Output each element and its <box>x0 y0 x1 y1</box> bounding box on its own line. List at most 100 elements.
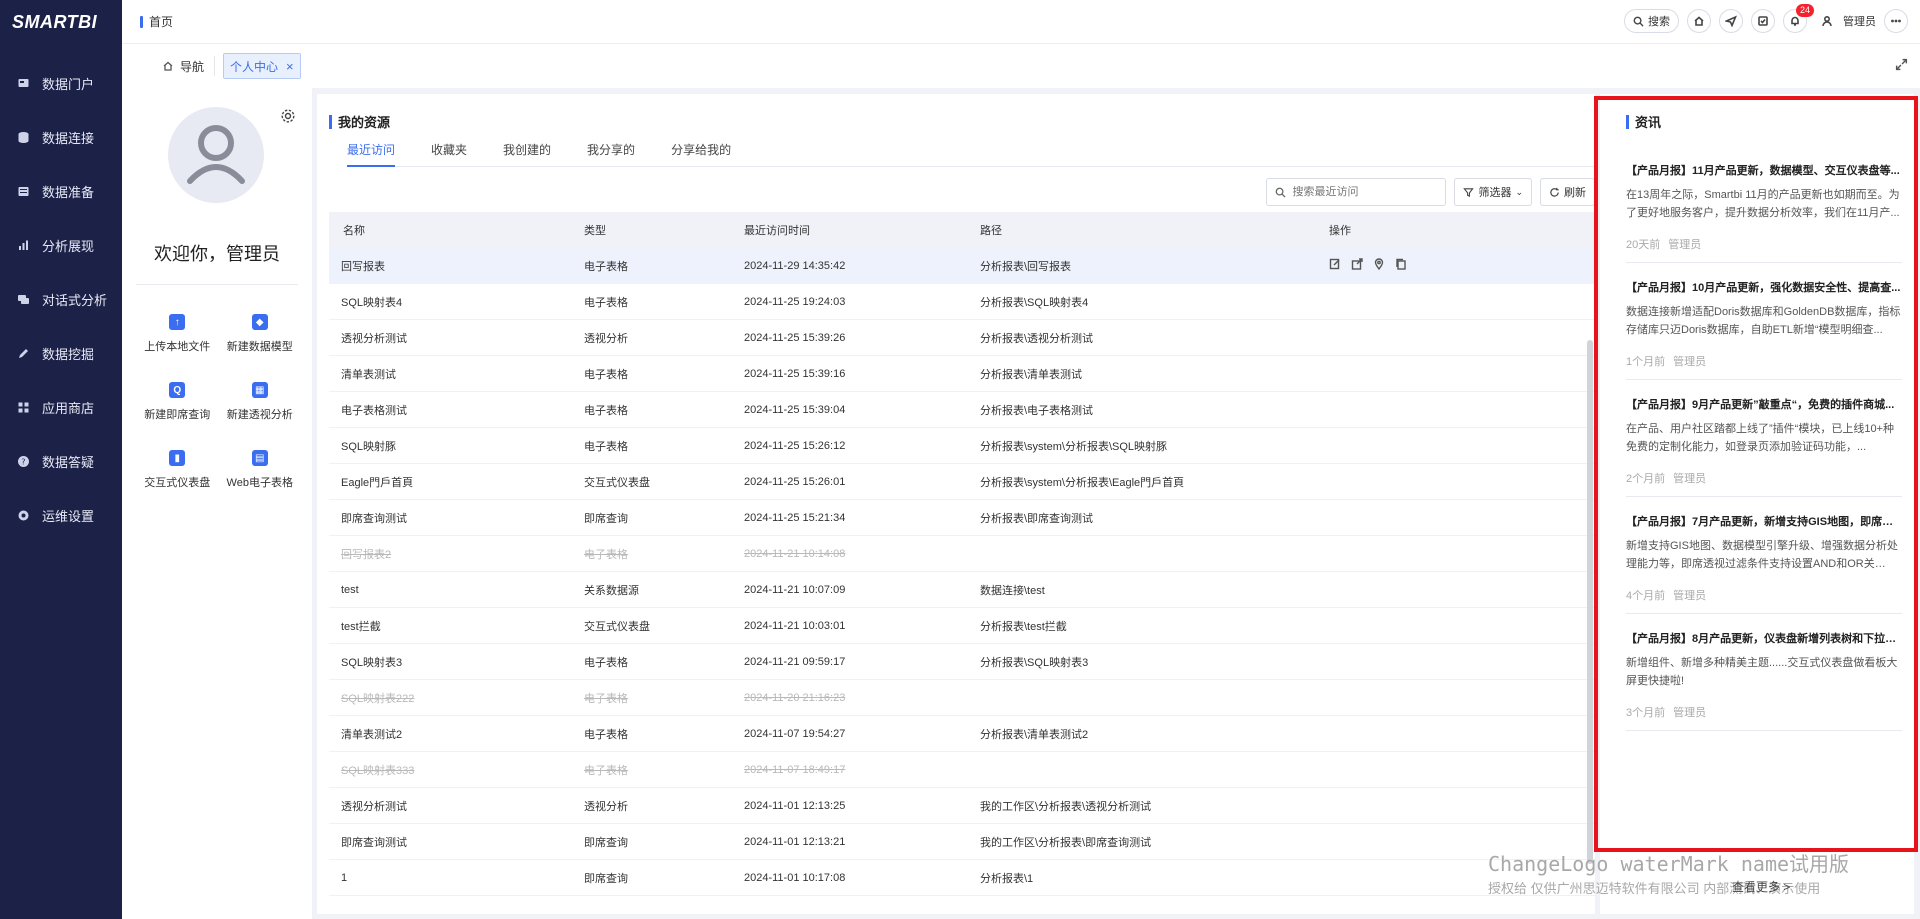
copy-icon[interactable] <box>1395 258 1407 273</box>
sidebar-item-2[interactable]: 数据连接 <box>0 110 122 164</box>
table-row[interactable]: 即席查询测试 即席查询 2024-11-25 15:21:34 分析报表\即席查询测试 <box>329 500 1595 536</box>
global-search-button[interactable]: 搜索 <box>1624 9 1679 33</box>
user-menu[interactable]: 管理员 <box>1815 9 1876 33</box>
table-row[interactable]: test拦截 交互式仪表盘 2024-11-21 10:03:01 分析报表\test… <box>329 608 1595 644</box>
resource-tab-3[interactable]: 我创建的 <box>503 142 551 167</box>
table-row[interactable]: SQL映射表4 电子表格 2024-11-25 19:24:03 分析报表\SQL映射… <box>329 284 1595 320</box>
resource-tab-1[interactable]: 最近访问 <box>347 142 396 167</box>
welcome-text: 欢迎你，管理员 <box>154 244 280 264</box>
sidebar-item-9[interactable]: 运维设置 <box>0 488 122 542</box>
news-item-title[interactable]: 【产品月报】11月产品更新，数据模型、交互仪表盘等... <box>1626 162 1902 178</box>
edit-icon[interactable] <box>1329 258 1341 273</box>
breadcrumb-marker <box>140 15 143 28</box>
cell-name: test <box>341 583 359 596</box>
table-row[interactable]: SQL映射表3 电子表格 2024-11-21 09:59:17 分析报表\SQL映射… <box>329 644 1595 680</box>
prepare-icon <box>16 184 30 198</box>
news-item-title[interactable]: 【产品月报】9月产品更新”敲重点“，免费的插件商城... <box>1626 396 1902 412</box>
quick-action-6[interactable]: ▤ Web电子表格 <box>219 450 302 490</box>
quick-action-4[interactable]: ▦ 新建透视分析 <box>219 382 302 422</box>
location-icon[interactable] <box>1373 258 1385 273</box>
table-row[interactable]: 回写报表2 电子表格 2024-11-21 10:14:08 <box>329 536 1595 572</box>
quick-action-label: 新建数据模型 <box>226 341 293 353</box>
news-item-title[interactable]: 【产品月报】8月产品更新，仪表盘新增列表树和下拉树... <box>1626 630 1902 646</box>
notification-button[interactable]: 24 <box>1783 4 1814 33</box>
table-row[interactable]: SQL映射表333 电子表格 2024-11-07 18:49:17 <box>329 752 1595 788</box>
share-icon[interactable] <box>1351 258 1363 273</box>
table-row[interactable]: 清单表测试 电子表格 2024-11-25 15:39:16 分析报表\清单表测试 <box>329 356 1595 392</box>
tab-personal-center-label: 个人中心 <box>230 59 279 74</box>
sidebar-item-label: 数据门户 <box>42 76 95 92</box>
more-button[interactable] <box>1884 9 1908 33</box>
task-button[interactable] <box>1751 9 1775 33</box>
news-item[interactable]: 【产品月报】9月产品更新”敲重点“，免费的插件商城... 在产品、用户社区踏都上线… <box>1626 380 1902 497</box>
news-item[interactable]: 【产品月报】7月产品更新，新增支持GIS地图，即席透... 新增支持GIS地图、数… <box>1626 497 1902 614</box>
cell-time: 2024-11-20 21:16:23 <box>744 691 846 704</box>
sidebar-item-label: 运维设置 <box>42 508 95 524</box>
news-item-meta: 1个月前 管理员 <box>1626 353 1902 369</box>
table-row[interactable]: 即席查询测试 即席查询 2024-11-01 12:13:21 我的工作区\分析报表\… <box>329 824 1595 860</box>
refresh-button[interactable]: 刷新 <box>1540 178 1595 206</box>
app-logo[interactable]: SMARTBI <box>0 0 122 44</box>
sidebar-item-4[interactable]: 分析展现 <box>0 218 122 272</box>
quick-action-5[interactable]: ▮ 交互式仪表盘 <box>136 450 219 490</box>
quick-action-2[interactable]: ◆ 新建数据模型 <box>219 314 302 354</box>
table-row[interactable]: 清单表测试2 电子表格 2024-11-07 19:54:27 分析报表\清单表测试2 <box>329 716 1595 752</box>
send-button[interactable] <box>1719 9 1743 33</box>
filter-button[interactable]: 筛选器 ⌄ <box>1454 178 1532 206</box>
table-row[interactable]: SQL映射表222 电子表格 2024-11-20 21:16:23 <box>329 680 1595 716</box>
news-item[interactable]: 【产品月报】8月产品更新，仪表盘新增列表树和下拉树... 新增组件、新增多种精美主… <box>1626 614 1902 731</box>
news-item-title[interactable]: 【产品月报】10月产品更新，强化数据安全性、提高查... <box>1626 279 1902 295</box>
cell-time: 2024-11-29 14:35:42 <box>744 259 846 272</box>
cell-type: 透视分析 <box>584 332 628 345</box>
breadcrumb-home[interactable]: 首页 <box>149 13 173 30</box>
news-item-title[interactable]: 【产品月报】7月产品更新，新增支持GIS地图，即席透... <box>1626 513 1902 529</box>
profile-avatar[interactable] <box>168 107 264 203</box>
news-more-link[interactable]: 查看更多 > <box>1732 878 1790 895</box>
resource-toolbar: 筛选器 ⌄ 刷新 <box>1266 178 1595 206</box>
resource-search-input[interactable] <box>1292 186 1433 198</box>
top-right-tools: 搜索 24 管理员 <box>1624 4 1908 33</box>
cell-name: SQL映射豚 <box>341 440 397 453</box>
resource-tab-2[interactable]: 收藏夹 <box>431 142 467 167</box>
notification-badge: 24 <box>1795 4 1814 17</box>
cell-name: 清单表测试2 <box>341 728 403 741</box>
sidebar-item-6[interactable]: 数据挖掘 <box>0 326 122 380</box>
sidebar-item-5[interactable]: 对话式分析 <box>0 272 122 326</box>
chevron-down-icon: ⌄ <box>1515 186 1523 197</box>
home-button[interactable] <box>1687 9 1711 33</box>
cell-path: 分析报表\电子表格测试 <box>980 404 1094 417</box>
cell-path: 我的工作区\分析报表\透视分析测试 <box>980 800 1152 813</box>
tab-personal-center[interactable]: 个人中心 × <box>223 53 301 79</box>
table-row[interactable]: SQL映射豚 电子表格 2024-11-25 15:26:12 分析报表\system… <box>329 428 1595 464</box>
sidebar-item-7[interactable]: 应用商店 <box>0 380 122 434</box>
news-item-author: 管理员 <box>1673 590 1707 602</box>
resource-tab-5[interactable]: 分享给我的 <box>671 142 731 167</box>
table-row[interactable]: 透视分析测试 透视分析 2024-11-01 12:13:25 我的工作区\分析报表\… <box>329 788 1595 824</box>
sidebar-item-3[interactable]: 数据准备 <box>0 164 122 218</box>
sidebar-item-8[interactable]: ? 数据答疑 <box>0 434 122 488</box>
tab-navigation[interactable]: 导航 <box>162 56 216 76</box>
fullscreen-button[interactable] <box>1895 58 1908 74</box>
table-row[interactable]: Eagle門戶首頁 交互式仪表盘 2024-11-25 15:26:01 分析报表\s… <box>329 464 1595 500</box>
table-row[interactable]: 电子表格测试 电子表格 2024-11-25 15:39:04 分析报表\电子表格测试 <box>329 392 1595 428</box>
table-row[interactable]: 回写报表 电子表格 2024-11-29 14:35:42 分析报表\回写报表 <box>329 248 1595 284</box>
resource-tab-4[interactable]: 我分享的 <box>587 142 635 167</box>
quick-action-label: 新建即席查询 <box>144 409 211 421</box>
profile-settings-button[interactable] <box>280 108 296 127</box>
table-row[interactable]: 透视分析测试 透视分析 2024-11-25 15:39:26 分析报表\透视分析测试 <box>329 320 1595 356</box>
home-icon <box>163 61 173 71</box>
news-item[interactable]: 【产品月报】11月产品更新，数据模型、交互仪表盘等... 在13周年之际，Smar… <box>1626 146 1902 263</box>
news-item[interactable]: 【产品月报】10月产品更新，强化数据安全性、提高查... 数据连接新增适配Dori… <box>1626 263 1902 380</box>
cell-type: 交互式仪表盘 <box>584 620 650 633</box>
sidebar-item-label: 数据挖掘 <box>42 346 95 362</box>
table-row[interactable]: 1 即席查询 2024-11-01 10:17:08 分析报表\1 <box>329 860 1595 896</box>
quick-action-1[interactable]: ↑ 上传本地文件 <box>136 314 219 354</box>
table-scrollbar[interactable] <box>1587 340 1593 864</box>
spreadsheet-icon: ▤ <box>251 450 268 466</box>
quick-action-3[interactable]: Q 新建即席查询 <box>136 382 219 422</box>
close-icon[interactable]: × <box>286 60 294 73</box>
table-row[interactable]: test 关系数据源 2024-11-21 10:07:09 数据连接\test <box>329 572 1595 608</box>
sidebar-item-1[interactable]: 数据门户 <box>0 56 122 110</box>
news-item-author: 管理员 <box>1668 239 1702 251</box>
cell-name: 清单表测试 <box>341 368 396 381</box>
